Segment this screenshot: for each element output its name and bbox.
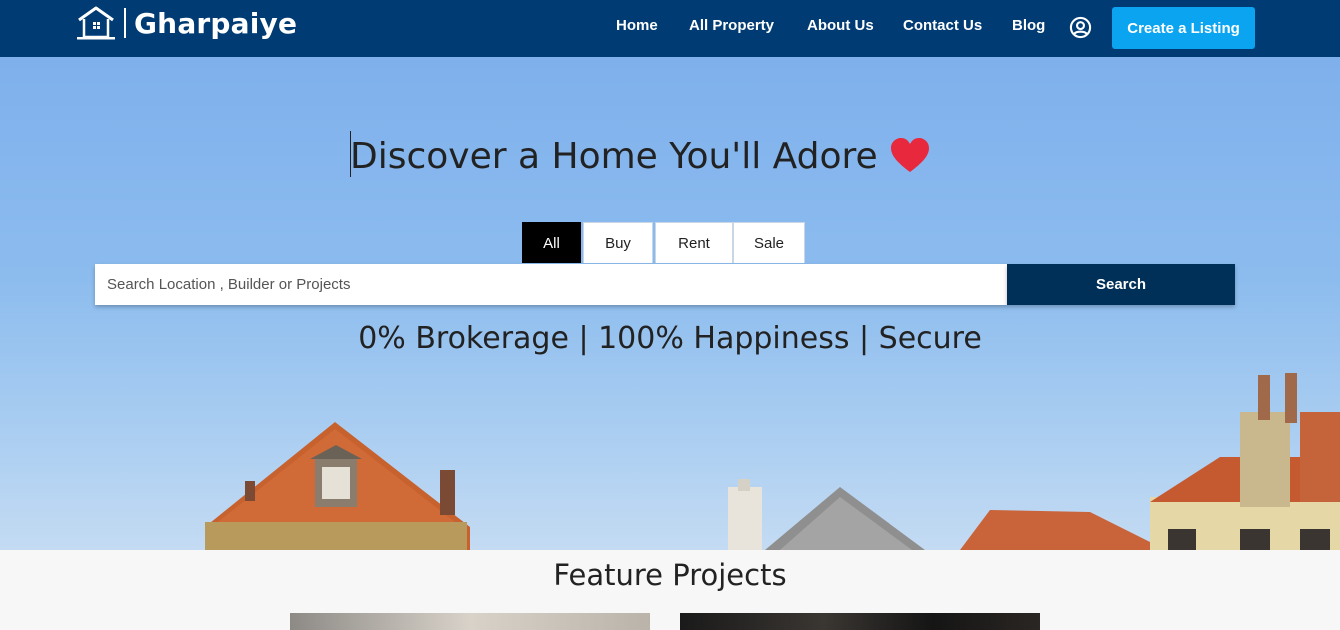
search-input[interactable] — [95, 264, 1007, 305]
feature-title: Feature Projects — [553, 558, 787, 592]
hero-title: Discover a Home You'll Adore — [350, 131, 930, 181]
hero-title-text: Discover a Home You'll Adore — [350, 135, 878, 177]
home-icon — [77, 6, 115, 40]
feature-projects-section: Feature Projects — [0, 550, 1340, 630]
nav-contact-us[interactable]: Contact Us — [903, 17, 982, 34]
brand-name: Gharpaiye — [134, 6, 298, 40]
tab-rent[interactable]: Rent — [655, 222, 733, 263]
tab-all[interactable]: All — [522, 222, 581, 263]
brand-separator — [124, 8, 126, 38]
search-button[interactable]: Search — [1007, 264, 1235, 305]
project-card-image[interactable] — [680, 613, 1040, 630]
nav-home[interactable]: Home — [616, 17, 658, 34]
navbar: Gharpaiye Home All Property About Us Con… — [0, 0, 1340, 57]
hero-section: Discover a Home You'll Adore All Buy Ren… — [0, 57, 1340, 550]
brand-logo[interactable]: Gharpaiye — [77, 6, 297, 40]
hero-tagline: 0% Brokerage | 100% Happiness | Secure — [358, 321, 982, 356]
user-circle-icon[interactable] — [1069, 16, 1092, 39]
tab-sale[interactable]: Sale — [733, 222, 805, 263]
create-listing-button[interactable]: Create a Listing — [1112, 7, 1255, 49]
nav-about-us[interactable]: About Us — [807, 17, 874, 34]
heart-icon — [890, 138, 929, 172]
nav-all-property[interactable]: All Property — [689, 17, 774, 34]
project-card-image[interactable] — [290, 613, 650, 630]
tab-buy[interactable]: Buy — [583, 222, 653, 263]
nav-blog[interactable]: Blog — [1012, 17, 1045, 34]
